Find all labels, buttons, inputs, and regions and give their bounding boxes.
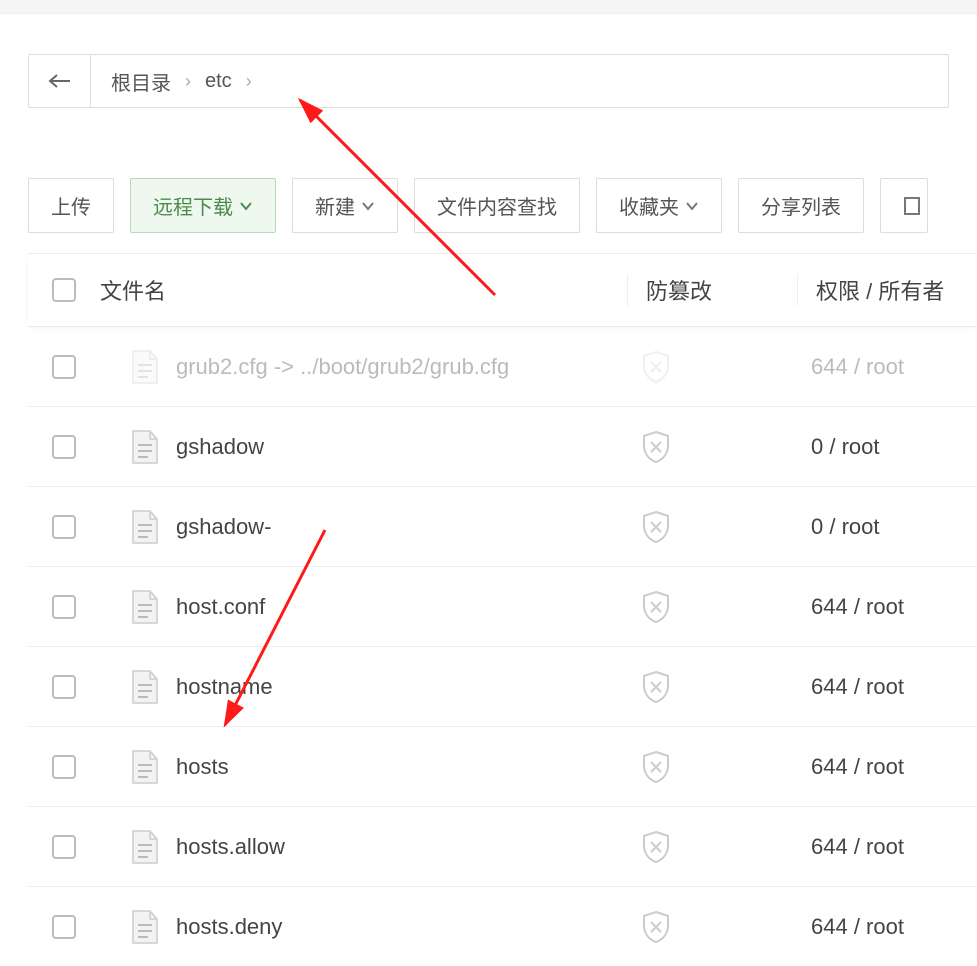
shield-x-icon [641,350,671,384]
arrow-left-icon [48,74,72,88]
row-checkbox[interactable] [52,835,76,859]
new-button[interactable]: 新建 [292,178,398,233]
remote-download-button[interactable]: 远程下载 [130,178,276,233]
clipped-icon [903,196,921,216]
table-row[interactable]: hosts 644 / root [28,726,977,806]
file-icon [130,669,160,705]
perm-cell: 644 / root [797,594,977,620]
file-icon [130,829,160,865]
tamper-cell[interactable] [627,590,797,624]
table-row[interactable]: gshadow 0 / root [28,406,977,486]
perm-cell: 644 / root [797,834,977,860]
shield-x-icon [641,910,671,944]
table-row[interactable]: grub2.cfg -> ../boot/grub2/grub.cfg 644 … [28,326,977,406]
row-checkbox[interactable] [52,515,76,539]
row-checkbox[interactable] [52,435,76,459]
file-name[interactable]: hosts.allow [176,834,285,860]
share-list-label: 分享列表 [761,191,841,220]
tamper-cell[interactable] [627,750,797,784]
shield-x-icon [641,590,671,624]
table-row[interactable]: host.conf 644 / root [28,566,977,646]
window-topbar [0,0,977,14]
perm-cell: 0 / root [797,514,977,540]
shield-x-icon [641,750,671,784]
chevron-right-icon: › [175,71,201,92]
file-name[interactable]: gshadow- [176,514,271,540]
table-row[interactable]: hostname 644 / root [28,646,977,726]
favorites-label: 收藏夹 [619,191,679,220]
share-list-button[interactable]: 分享列表 [738,178,864,233]
file-name[interactable]: hosts [176,754,229,780]
tamper-cell[interactable] [627,830,797,864]
shield-x-icon [641,510,671,544]
perm-cell: 0 / root [797,434,977,460]
header-tamper[interactable]: 防篡改 [627,274,797,306]
perm-cell: 644 / root [797,754,977,780]
file-icon [130,589,160,625]
tamper-cell[interactable] [627,350,797,384]
table-body: grub2.cfg -> ../boot/grub2/grub.cfg 644 … [28,326,977,966]
tamper-cell[interactable] [627,510,797,544]
remote-download-label: 远程下载 [153,191,233,220]
breadcrumb: 根目录 › etc › [91,55,262,107]
shield-x-icon [641,670,671,704]
chevron-down-icon [239,201,253,211]
chevron-down-icon [685,201,699,211]
perm-cell: 644 / root [797,674,977,700]
breadcrumb-bar: 根目录 › etc › [28,54,949,108]
file-icon [130,349,160,385]
row-checkbox[interactable] [52,755,76,779]
file-icon [130,509,160,545]
tamper-cell[interactable] [627,910,797,944]
chevron-right-icon: › [236,71,262,92]
new-label: 新建 [315,191,355,220]
file-icon [130,749,160,785]
row-checkbox[interactable] [52,355,76,379]
table-row[interactable]: hosts.deny 644 / root [28,886,977,966]
file-table: 文件名 防篡改 权限 / 所有者 grub2.cfg -> ../boot/gr… [28,253,977,966]
file-name[interactable]: hostname [176,674,273,700]
chevron-down-icon [361,201,375,211]
favorites-button[interactable]: 收藏夹 [596,178,722,233]
file-name[interactable]: grub2.cfg -> ../boot/grub2/grub.cfg [176,354,509,380]
tamper-cell[interactable] [627,430,797,464]
file-icon [130,429,160,465]
table-header: 文件名 防篡改 权限 / 所有者 [28,254,977,326]
header-perm[interactable]: 权限 / 所有者 [797,274,977,306]
row-checkbox[interactable] [52,675,76,699]
clipped-button[interactable] [880,178,928,233]
file-content-search-label: 文件内容查找 [437,191,557,220]
table-row[interactable]: gshadow- 0 / root [28,486,977,566]
perm-cell: 644 / root [797,914,977,940]
breadcrumb-root[interactable]: 根目录 [107,67,175,96]
breadcrumb-item-etc[interactable]: etc [201,70,236,93]
row-checkbox[interactable] [52,915,76,939]
perm-cell: 644 / root [797,354,977,380]
upload-label: 上传 [51,191,91,220]
file-icon [130,909,160,945]
table-row[interactable]: hosts.allow 644 / root [28,806,977,886]
upload-button[interactable]: 上传 [28,178,114,233]
select-all-checkbox[interactable] [52,278,76,302]
toolbar: 上传 远程下载 新建 文件内容查找 收藏夹 分享列表 [28,178,949,233]
tamper-cell[interactable] [627,670,797,704]
file-content-search-button[interactable]: 文件内容查找 [414,178,580,233]
header-name[interactable]: 文件名 [100,274,627,306]
file-name[interactable]: gshadow [176,434,264,460]
shield-x-icon [641,430,671,464]
shield-x-icon [641,830,671,864]
row-checkbox[interactable] [52,595,76,619]
file-name[interactable]: hosts.deny [176,914,282,940]
back-button[interactable] [29,55,91,107]
file-name[interactable]: host.conf [176,594,265,620]
